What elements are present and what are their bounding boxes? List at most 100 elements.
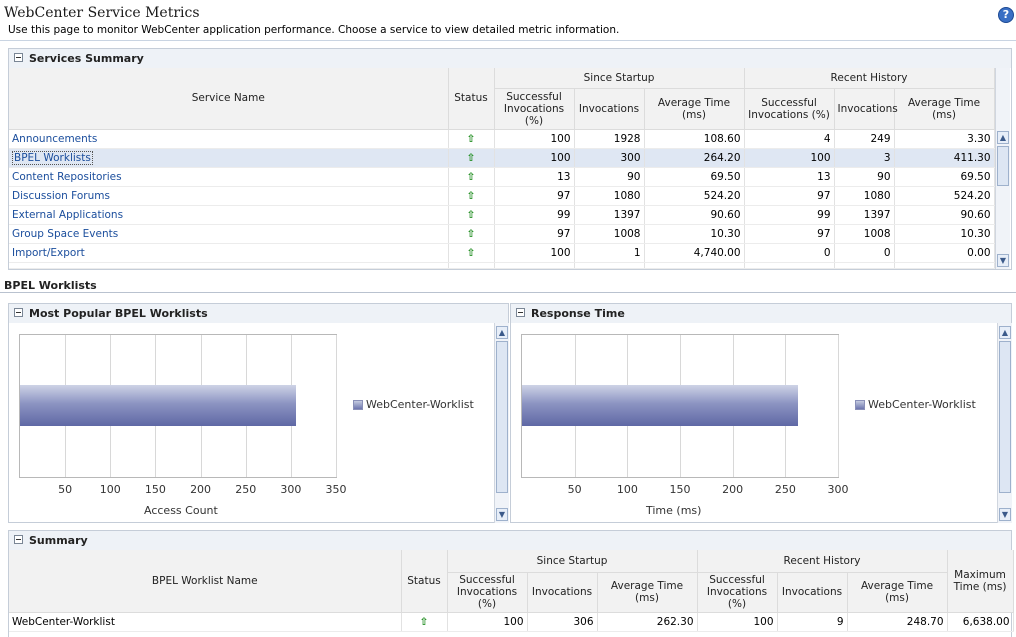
summary-panel: Summary BPEL Worklist Name Status Since … — [8, 530, 1014, 637]
collapse-icon[interactable] — [14, 53, 23, 62]
table-row[interactable]: Discussion Forums ⇧ 97 1080 524.20 97 1080 524.… — [9, 186, 995, 206]
since-successful-cell: 100 — [494, 148, 575, 168]
scroll-thumb[interactable] — [997, 146, 1009, 186]
recent-average-time-cell: 248.70 — [847, 612, 948, 632]
chart-scrollbar[interactable]: ▲ ▼ — [494, 323, 509, 523]
since-invocations-cell: 1397 — [574, 205, 645, 225]
x-axis-title: Access Count — [144, 504, 218, 517]
col-since-invocations[interactable]: Invocations — [574, 88, 645, 130]
x-tick-label: 200 — [190, 483, 212, 496]
scroll-down-button[interactable]: ▼ — [999, 508, 1011, 521]
chart-bar[interactable] — [20, 385, 297, 426]
since-successful-cell: 97 — [494, 186, 575, 206]
legend-swatch — [855, 400, 865, 410]
response-time-header: Response Time — [511, 304, 1011, 323]
col-recent-average-time[interactable]: Average Time (ms) — [847, 572, 948, 613]
col-recent-successful[interactable]: Successful Invocations (%) — [697, 572, 778, 613]
recent-invocations-cell: 0 — [834, 243, 895, 263]
x-axis-title: Time (ms) — [646, 504, 702, 517]
page-title: WebCenter Service Metrics — [4, 5, 200, 21]
scroll-down-button[interactable]: ▼ — [997, 254, 1009, 267]
table-row[interactable]: Announcements ⇧ 100 1928 108.60 4 249 3.30 — [9, 129, 995, 149]
recent-average-time-cell: 524.20 — [894, 186, 995, 206]
table-row[interactable]: External Applications ⇧ 99 1397 90.60 99 1397 9… — [9, 205, 995, 225]
x-tick-label: 300 — [280, 483, 302, 496]
gridline — [336, 335, 337, 477]
collapse-icon[interactable] — [516, 308, 525, 317]
col-since-average-time[interactable]: Average Time (ms) — [597, 572, 698, 613]
table-row[interactable]: Import/Export ⇧ 100 1 4,740.00 0 0 0.00 — [9, 243, 995, 263]
service-name-cell: Import/Export — [9, 243, 449, 263]
recent-invocations-cell: 90 — [834, 167, 895, 187]
partial-cell — [744, 262, 835, 269]
table-row[interactable]: WebCenter-Worklist ⇧ 100 306 262.30 100 9 248.7… — [9, 612, 1014, 632]
since-average-time-cell: 108.60 — [644, 129, 745, 149]
help-icon[interactable]: ? — [998, 7, 1014, 23]
col-since-successful[interactable]: Successful Invocations (%) — [447, 572, 528, 613]
col-recent-average-time[interactable]: Average Time (ms) — [894, 88, 995, 130]
col-maximum-time[interactable]: Maximum Time (ms) — [947, 550, 1014, 613]
service-name-cell: Group Space Events — [9, 224, 449, 244]
service-link[interactable]: Group Space Events — [12, 228, 118, 240]
x-tick-label: 100 — [616, 483, 638, 496]
since-invocations-cell: 1 — [574, 243, 645, 263]
col-recent-invocations[interactable]: Invocations — [834, 88, 898, 130]
x-tick-label: 150 — [144, 483, 166, 496]
service-link[interactable]: External Applications — [12, 209, 123, 221]
col-status[interactable]: Status — [401, 550, 448, 613]
recent-average-time-cell: 3.30 — [894, 129, 995, 149]
table-row[interactable]: BPEL Worklists ⇧ 100 300 264.20 100 3 411.30 — [9, 148, 995, 168]
recent-successful-cell: 97 — [744, 224, 835, 244]
recent-successful-cell: 0 — [744, 243, 835, 263]
col-group-recent-history: Recent History — [697, 550, 948, 573]
collapse-icon[interactable] — [14, 535, 23, 544]
gridline — [838, 335, 839, 477]
collapse-icon[interactable] — [14, 308, 23, 317]
scroll-down-button[interactable]: ▼ — [496, 508, 508, 521]
recent-successful-cell: 100 — [744, 148, 835, 168]
services-scrollbar[interactable]: ▲ ▼ — [995, 68, 1010, 269]
col-since-average-time[interactable]: Average Time (ms) — [644, 88, 745, 130]
chart-bar[interactable] — [522, 385, 799, 426]
chart-plot-area — [19, 334, 337, 478]
partial-cell — [834, 262, 895, 269]
col-recent-invocations[interactable]: Invocations — [777, 572, 848, 613]
since-invocations-cell: 300 — [574, 148, 645, 168]
col-since-invocations[interactable]: Invocations — [527, 572, 598, 613]
x-tick-label: 250 — [774, 483, 796, 496]
x-tick-label: 50 — [567, 483, 582, 496]
col-status[interactable]: Status — [448, 68, 495, 130]
recent-average-time-cell: 90.60 — [894, 205, 995, 225]
scroll-up-button[interactable]: ▲ — [999, 326, 1011, 339]
since-invocations-cell: 1008 — [574, 224, 645, 244]
scroll-up-button[interactable]: ▲ — [496, 326, 508, 339]
up-arrow-icon: ⇧ — [448, 148, 495, 168]
most-popular-panel: Most Popular BPEL Worklists 50 100 150 200 2… — [8, 303, 509, 523]
chart-plot-area — [521, 334, 839, 478]
chart-scrollbar[interactable]: ▲ ▼ — [997, 323, 1012, 523]
recent-successful-cell: 100 — [697, 612, 778, 632]
col-service-name[interactable]: Service Name — [9, 68, 449, 130]
services-summary-panel: Services Summary Service Name Status Sin… — [8, 48, 1012, 270]
table-row[interactable]: Content Repositories ⇧ 13 90 69.50 13 90 69.50 — [9, 167, 995, 187]
scroll-thumb[interactable] — [496, 341, 508, 493]
scroll-thumb[interactable] — [999, 341, 1011, 493]
since-successful-cell: 100 — [447, 612, 528, 632]
col-recent-successful[interactable]: Successful Invocations (%) — [744, 88, 835, 130]
recent-average-time-cell: 10.30 — [894, 224, 995, 244]
col-since-successful[interactable]: Successful Invocations (%) — [494, 88, 575, 130]
recent-successful-cell: 97 — [744, 186, 835, 206]
table-row[interactable]: Group Space Events ⇧ 97 1008 10.30 97 1008 10.3… — [9, 224, 995, 244]
col-worklist-name[interactable]: BPEL Worklist Name — [9, 550, 402, 613]
x-tick-label: 100 — [99, 483, 121, 496]
recent-invocations-cell: 1080 — [834, 186, 895, 206]
detail-section-title: BPEL Worklists — [4, 279, 97, 292]
service-link[interactable]: BPEL Worklists — [12, 150, 93, 165]
most-popular-title: Most Popular BPEL Worklists — [29, 307, 208, 320]
scroll-up-button[interactable]: ▲ — [997, 131, 1009, 144]
service-link[interactable]: Discussion Forums — [12, 190, 110, 202]
service-link[interactable]: Announcements — [12, 133, 97, 145]
service-link[interactable]: Content Repositories — [12, 171, 122, 183]
legend-swatch — [353, 400, 363, 410]
service-link[interactable]: Import/Export — [12, 247, 85, 259]
